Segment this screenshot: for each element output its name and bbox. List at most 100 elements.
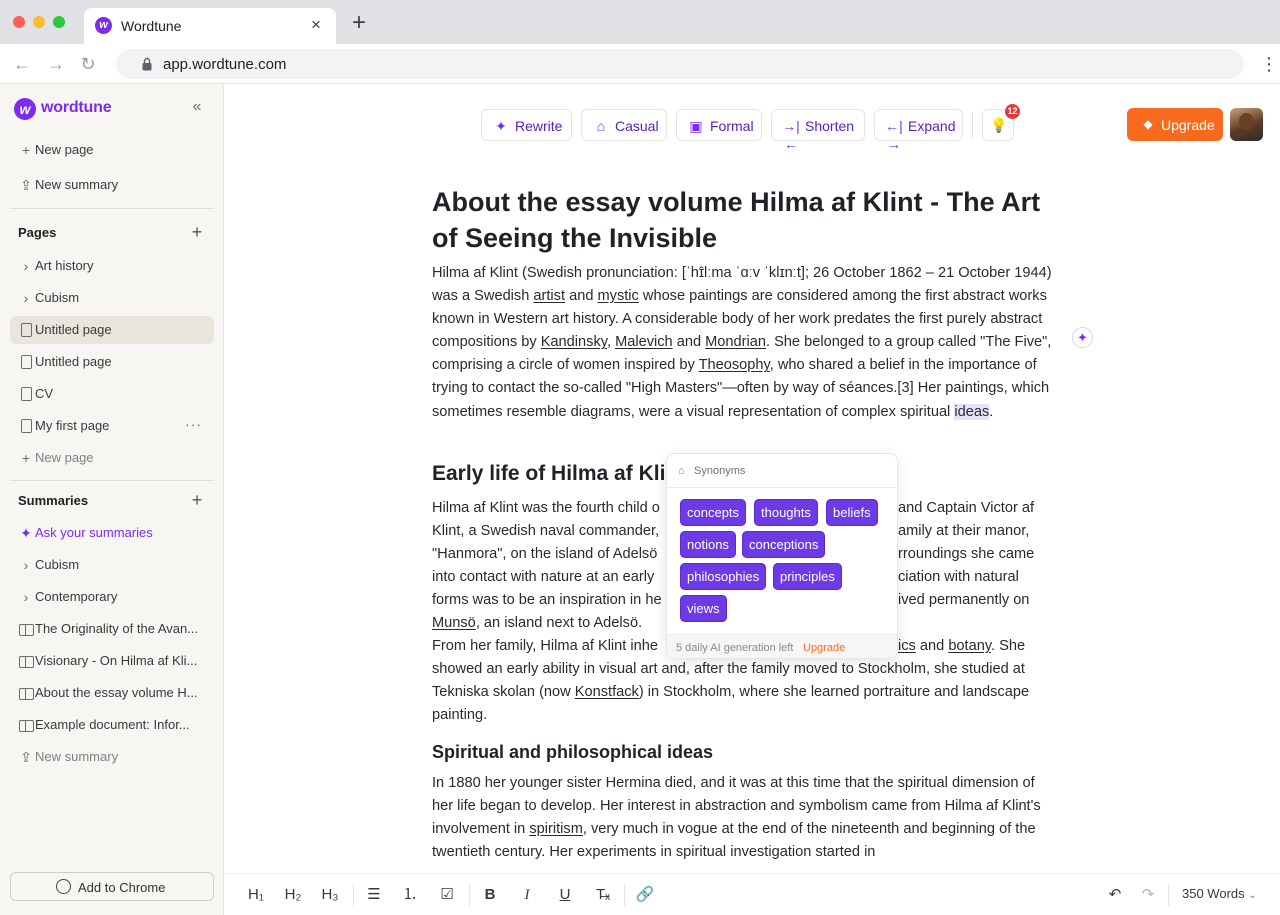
add-page-icon[interactable]: + bbox=[188, 223, 206, 241]
summary-label: The Originality of the Avan... bbox=[35, 621, 199, 636]
synonym-chip-concepts[interactable]: concepts bbox=[680, 499, 747, 526]
casual-button[interactable]: ⌂ Casual bbox=[581, 109, 667, 141]
link-munso[interactable]: Munsö bbox=[432, 615, 476, 631]
link-icon[interactable]: 🔗 bbox=[634, 884, 656, 906]
link-kandinsky[interactable]: Kandinsky bbox=[541, 334, 607, 350]
synonym-chip-views[interactable]: views bbox=[680, 595, 727, 622]
sidebar-summary-originality[interactable]: The Originality of the Avan... bbox=[10, 615, 214, 643]
back-arrow-icon[interactable]: ← bbox=[11, 53, 33, 75]
sidebar-page-untitled[interactable]: Untitled page bbox=[10, 348, 214, 376]
formal-button[interactable]: ▣ Formal bbox=[676, 109, 762, 141]
new-summary-label: New summary bbox=[35, 749, 119, 764]
browser-menu-icon[interactable]: ⋮ bbox=[1260, 53, 1278, 75]
paragraph-early-life-left[interactable]: Hilma af Klint was the fourth child o Kl… bbox=[432, 497, 667, 612]
sidebar-page-cubism[interactable]: › Cubism bbox=[10, 284, 214, 312]
link-konstfack[interactable]: Konstfack bbox=[575, 684, 639, 700]
tab-title: Wordtune bbox=[121, 18, 182, 34]
new-summary-label: New summary bbox=[35, 177, 119, 192]
sidebar-new-summary[interactable]: ⇪ New summary bbox=[10, 743, 214, 771]
underline-icon[interactable]: U bbox=[554, 884, 576, 906]
heading-3-button[interactable]: H₃ bbox=[319, 884, 341, 906]
sidebar-page-cv[interactable]: CV bbox=[10, 380, 214, 408]
collapse-sidebar-icon[interactable]: « bbox=[188, 99, 206, 117]
paragraph-family-right[interactable]: ics and botany. She bbox=[898, 635, 1058, 658]
link-mystic[interactable]: mystic bbox=[598, 288, 639, 304]
upgrade-button[interactable]: ◆ Upgrade bbox=[1127, 108, 1223, 141]
sidebar-summary-contemporary[interactable]: › Contemporary bbox=[10, 583, 214, 611]
close-window-button[interactable] bbox=[13, 16, 25, 28]
expand-button[interactable]: ←|→ Expand bbox=[874, 109, 963, 152]
format-toolbar: H₁ H₂ H₃ ☰ ⒈ ☑ B I U T̶ₓ 🔗 ↶ ↷ 350 Words… bbox=[224, 873, 1280, 915]
text-line: ived permanently on bbox=[898, 592, 1030, 609]
toolbar-divider bbox=[624, 884, 625, 906]
paragraph-intro[interactable]: Hilma af Klint (Swedish pronunciation: [… bbox=[432, 262, 1054, 424]
close-tab-icon[interactable]: × bbox=[306, 15, 326, 35]
link-botany[interactable]: botany bbox=[948, 638, 991, 654]
popup-upgrade-link[interactable]: Upgrade bbox=[803, 642, 845, 654]
paragraph-family[interactable]: showed an early ability in visual art an… bbox=[432, 658, 1054, 727]
text-line: and Captain Victor af bbox=[898, 500, 1035, 516]
avatar[interactable] bbox=[1230, 108, 1263, 141]
sidebar-summary-example-document[interactable]: Example document: Infor... bbox=[10, 711, 214, 739]
add-summary-icon[interactable]: + bbox=[188, 491, 206, 509]
ai-assist-icon[interactable]: ✦ bbox=[1072, 327, 1093, 348]
undo-icon[interactable]: ↶ bbox=[1104, 884, 1126, 906]
document-icon bbox=[18, 354, 34, 370]
text-run: , an island next to Adelsö. bbox=[475, 615, 643, 631]
minimize-window-button[interactable] bbox=[33, 16, 45, 28]
synonym-chip-philosophies[interactable]: philosophies bbox=[680, 563, 767, 590]
browser-tab[interactable]: w Wordtune × bbox=[84, 8, 336, 44]
bold-icon[interactable]: B bbox=[479, 884, 501, 906]
selected-word[interactable]: ideas bbox=[954, 403, 990, 420]
synonym-chip-conceptions[interactable]: conceptions bbox=[742, 531, 826, 558]
sidebar-summary-visionary[interactable]: Visionary - On Hilma af Kli... bbox=[10, 647, 214, 675]
numbered-list-icon[interactable]: ⒈ bbox=[399, 884, 421, 906]
link-theosophy[interactable]: Theosophy bbox=[699, 357, 770, 373]
sidebar-page-art-history[interactable]: › Art history bbox=[10, 252, 214, 280]
shorten-button[interactable]: →|← Shorten bbox=[771, 109, 865, 152]
new-summary-button[interactable]: ⇪ New summary bbox=[10, 171, 214, 199]
sidebar-summary-about-essay[interactable]: About the essay volume H... bbox=[10, 679, 214, 707]
sidebar-page-untitled-active[interactable]: Untitled page bbox=[10, 316, 214, 344]
maximize-window-button[interactable] bbox=[53, 16, 65, 28]
summary-label: About the essay volume H... bbox=[35, 685, 198, 700]
ask-your-summaries-button[interactable]: ✦ Ask your summaries bbox=[10, 519, 214, 547]
checklist-icon[interactable]: ☑ bbox=[436, 884, 458, 906]
forward-arrow-icon[interactable]: → bbox=[45, 53, 67, 75]
heading-early-life[interactable]: Early life of Hilma af Kli bbox=[432, 462, 665, 486]
synonym-chip-principles[interactable]: principles bbox=[773, 563, 842, 590]
synonym-chip-beliefs[interactable]: beliefs bbox=[826, 499, 878, 526]
rewrite-button[interactable]: ✦ Rewrite bbox=[481, 109, 572, 141]
clear-format-icon[interactable]: T̶ₓ bbox=[592, 884, 614, 906]
bullet-list-icon[interactable]: ☰ bbox=[363, 884, 385, 906]
url-bar[interactable]: app.wordtune.com bbox=[116, 49, 1244, 79]
word-count-dropdown[interactable]: 350 Words ⌄ bbox=[1182, 886, 1257, 901]
shorten-label: Shorten bbox=[805, 118, 855, 134]
link-spiritism[interactable]: spiritism bbox=[529, 821, 583, 837]
redo-icon[interactable]: ↷ bbox=[1137, 884, 1159, 906]
heading-1-button[interactable]: H₁ bbox=[245, 884, 267, 906]
add-to-chrome-button[interactable]: Add to Chrome bbox=[10, 872, 214, 901]
new-tab-button[interactable]: + bbox=[348, 11, 370, 35]
link-mondrian[interactable]: Mondrian bbox=[705, 334, 766, 350]
reload-icon[interactable]: ↻ bbox=[77, 53, 99, 75]
document-title[interactable]: About the essay volume Hilma af Klint - … bbox=[432, 184, 1062, 256]
link-malevich[interactable]: Malevich bbox=[615, 334, 673, 350]
heading-spiritual[interactable]: Spiritual and philosophical ideas bbox=[432, 742, 713, 763]
italic-icon[interactable]: I bbox=[516, 884, 538, 906]
paragraph-family-left[interactable]: From her family, Hilma af Klint inhe bbox=[432, 635, 667, 658]
sidebar-summary-cubism[interactable]: › Cubism bbox=[10, 551, 214, 579]
synonym-chip-thoughts[interactable]: thoughts bbox=[754, 499, 818, 526]
sidebar-page-my-first-page[interactable]: My first page ··· bbox=[10, 412, 214, 440]
summary-label: Visionary - On Hilma af Kli... bbox=[35, 653, 198, 668]
link-artist[interactable]: artist bbox=[533, 288, 565, 304]
wordtune-favicon-icon: w bbox=[95, 17, 112, 34]
heading-2-button[interactable]: H₂ bbox=[282, 884, 304, 906]
synonym-chip-notions[interactable]: notions bbox=[680, 531, 736, 558]
more-options-icon[interactable]: ··· bbox=[185, 416, 202, 432]
paragraph-early-life-right[interactable]: and Captain Victor af amily at their man… bbox=[898, 497, 1058, 612]
paragraph-spiritual[interactable]: In 1880 her younger sister Hermina died,… bbox=[432, 772, 1054, 873]
link-genetics[interactable]: ics bbox=[898, 638, 916, 654]
sidebar-new-page[interactable]: + New page bbox=[10, 444, 214, 472]
new-page-button[interactable]: + New page bbox=[10, 136, 214, 164]
